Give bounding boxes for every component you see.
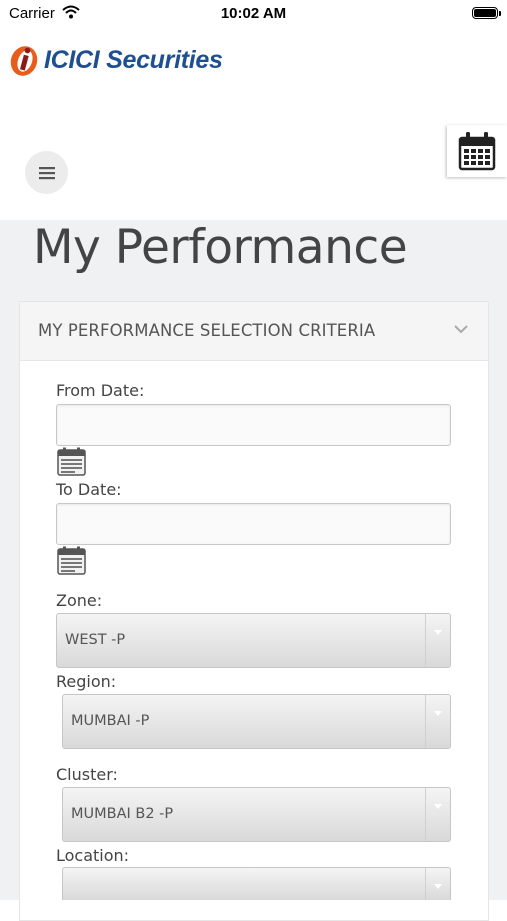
panel-header[interactable]: MY PERFORMANCE SELECTION CRITERIA (20, 302, 488, 361)
panel-title: MY PERFORMANCE SELECTION CRITERIA (38, 321, 376, 340)
page-title: My Performance (33, 220, 408, 275)
dropdown-arrow-icon (434, 804, 442, 809)
chevron-down-icon[interactable] (454, 324, 468, 334)
brand-logo: ICICI Securities (8, 40, 223, 80)
to-date-calendar-icon[interactable] (57, 546, 86, 575)
region-label: Region: (56, 672, 117, 691)
dropdown-arrow-icon (434, 884, 442, 889)
from-date-calendar-icon[interactable] (57, 447, 86, 476)
dropdown-arrow-icon (434, 630, 442, 635)
location-select[interactable] (62, 867, 451, 900)
status-bar: Carrier 10:02 AM (0, 0, 507, 28)
brand-name: ICICI Securities (44, 45, 223, 74)
to-date-label: To Date: (56, 480, 122, 499)
hamburger-icon (38, 166, 55, 179)
to-date-input[interactable] (56, 503, 451, 545)
zone-value: WEST -P (65, 632, 126, 648)
calendar-icon (458, 132, 496, 171)
cluster-select[interactable]: MUMBAI B2 -P (62, 787, 451, 842)
region-value: MUMBAI -P (71, 713, 150, 729)
cluster-label: Cluster: (56, 765, 118, 784)
battery-icon (472, 7, 501, 19)
menu-button[interactable] (25, 151, 68, 194)
location-label: Location: (56, 846, 130, 865)
cluster-value: MUMBAI B2 -P (71, 806, 174, 822)
icici-logo-icon (10, 46, 38, 76)
from-date-input[interactable] (56, 404, 451, 446)
zone-select[interactable]: WEST -P (56, 613, 451, 668)
region-select[interactable]: MUMBAI -P (62, 694, 451, 749)
dropdown-arrow-icon (434, 711, 442, 716)
zone-label: Zone: (56, 591, 103, 610)
from-date-label: From Date: (56, 381, 145, 400)
calendar-button[interactable] (447, 125, 507, 177)
status-time: 10:02 AM (220, 5, 287, 22)
